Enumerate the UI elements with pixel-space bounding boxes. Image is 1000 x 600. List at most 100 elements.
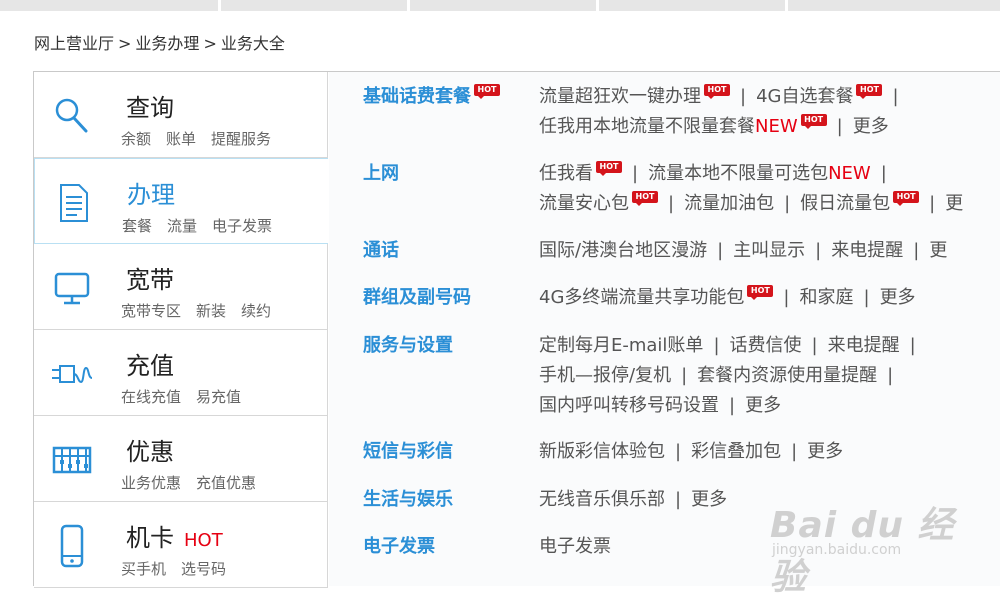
separator: | [913,240,920,261]
service-title-text[interactable]: 基础话费套餐 [363,86,471,107]
service-title[interactable]: 短信与彩信 [363,437,453,463]
breadcrumb-link[interactable]: 网上营业厅 [34,34,114,53]
category-discount[interactable]: 优惠 业务优惠 充值优惠 [34,416,328,502]
category-link[interactable]: 流量 [167,217,197,235]
top-nav-tab[interactable] [221,0,407,11]
service-link[interactable]: 无线音乐俱乐部 [539,489,665,510]
category-link[interactable]: 在线充值 [121,388,181,406]
service-link[interactable]: 流量本地不限量可选包NEW [648,163,871,184]
service-title[interactable]: 电子发票 [363,532,435,558]
more-link[interactable]: 更多 [745,395,781,416]
category-query[interactable]: 查询 余额 账单 提醒服务 [34,72,328,158]
top-nav-tab[interactable] [0,0,218,11]
top-navigation-bar [0,0,1000,12]
service-title[interactable]: 上网 [363,159,399,185]
separator: | [880,163,887,184]
separator: | [740,86,747,107]
separator: | [863,287,870,308]
service-link[interactable]: 流量超狂欢一键办理 [539,86,701,107]
category-handle[interactable]: 办理 套餐 流量 电子发票 [34,158,328,244]
service-link[interactable]: 国内呼叫转移号码设置 [539,395,719,416]
hot-label: HOT [184,530,223,551]
abacus-icon [52,446,92,474]
category-link[interactable]: 电子发票 [212,217,272,235]
category-recharge[interactable]: 充值 在线充值 易充值 [34,330,328,416]
service-link[interactable]: 流量加油包 [684,193,774,214]
service-title[interactable]: 群组及副号码 [363,283,471,309]
service-link[interactable]: 假日流量包 [800,193,890,214]
service-links: 国际/港澳台地区漫游 | 主叫显示 | 来电提醒 | 更 [539,236,1000,266]
category-title: 机卡 HOT [126,518,223,553]
service-link[interactable]: 4G自选套餐 [756,86,853,107]
category-link[interactable]: 宽带专区 [121,302,181,320]
service-link[interactable]: 手机—报停/复机 [539,365,671,386]
category-link[interactable]: 提醒服务 [211,130,271,148]
top-nav-tab[interactable] [599,0,785,11]
category-link[interactable]: 买手机 [121,560,166,578]
category-title: 办理 [127,181,175,209]
separator: | [791,441,798,462]
category-broadband[interactable]: 宽带 宽带专区 新装 续约 [34,244,328,330]
separator: | [887,365,894,386]
top-nav-tab[interactable] [410,0,596,11]
category-links: 买手机 选号码 [121,558,241,579]
category-link[interactable]: 余额 [121,130,151,148]
category-link[interactable]: 套餐 [122,217,152,235]
separator: | [783,287,790,308]
service-link[interactable]: 流量安心包 [539,193,629,214]
category-link[interactable]: 选号码 [181,560,226,578]
category-phone-card[interactable]: 机卡 HOT 买手机 选号码 [34,502,328,588]
more-link[interactable]: 更多 [807,441,843,462]
separator: | [729,395,736,416]
service-links: 4G多终端流量共享功能包 HOT | 和家庭 | 更多 [539,283,1000,313]
category-link[interactable]: 账单 [166,130,196,148]
category-link[interactable]: 业务优惠 [121,474,181,492]
service-link[interactable]: 来电提醒 [831,240,903,261]
service-link[interactable]: 来电提醒 [828,335,900,356]
separator: | [668,193,675,214]
separator: | [784,193,791,214]
service-link[interactable]: 话费信使 [730,335,802,356]
more-link[interactable]: 更多 [880,287,916,308]
more-link[interactable]: 更多 [853,116,889,137]
phone-icon [60,524,84,568]
service-link[interactable]: 电子发票 [539,536,611,557]
separator: | [632,163,639,184]
service-link[interactable]: 主叫显示 [733,240,805,261]
monitor-icon [54,272,90,305]
service-link-text[interactable]: 任我用本地流量不限量套餐 [539,116,755,137]
hot-badge-icon: HOT [800,114,827,129]
more-link[interactable]: 更多 [691,489,727,510]
service-title[interactable]: 服务与设置 [363,331,453,357]
service-link-text[interactable]: 流量本地不限量可选包 [648,163,828,184]
category-link[interactable]: 续约 [241,302,271,320]
service-link[interactable]: 4G多终端流量共享功能包 [539,287,744,308]
baidu-jingyan-watermark: Bai du 经验 jingyan.baidu.com [770,484,970,598]
category-title: 优惠 [126,438,174,466]
more-link[interactable]: 更 [929,240,947,261]
service-link[interactable]: 定制每月E-mail账单 [539,335,703,356]
service-title[interactable]: 基础话费套餐 HOT [363,82,500,108]
separator: | [717,240,724,261]
service-links: 定制每月E-mail账单 | 话费信使 | 来电提醒 | 手机—报停/复机 | 套餐内资源使用… [539,331,1000,421]
service-link[interactable]: 国际/港澳台地区漫游 [539,240,707,261]
category-title-text: 机卡 [126,524,174,552]
service-link[interactable]: 任我看 [539,163,593,184]
more-link[interactable]: 更 [945,193,963,214]
service-title[interactable]: 通话 [363,236,399,262]
category-link[interactable]: 充值优惠 [196,474,256,492]
service-link[interactable]: 套餐内资源使用量提醒 [697,365,877,386]
category-link[interactable]: 易充值 [196,388,241,406]
service-link[interactable]: 彩信叠加包 [691,441,781,462]
breadcrumb-link[interactable]: 业务办理 [135,34,199,53]
service-link[interactable]: 和家庭 [799,287,853,308]
service-title[interactable]: 生活与娱乐 [363,485,453,511]
category-link[interactable]: 新装 [196,302,226,320]
top-nav-tab[interactable] [788,0,1000,11]
service-link[interactable]: 新版彩信体验包 [539,441,665,462]
separator: | [909,335,916,356]
separator: | [815,240,822,261]
magnifier-icon [55,98,88,133]
hot-badge-icon: HOT [596,161,622,176]
service-link[interactable]: 任我用本地流量不限量套餐NEW [539,116,798,137]
